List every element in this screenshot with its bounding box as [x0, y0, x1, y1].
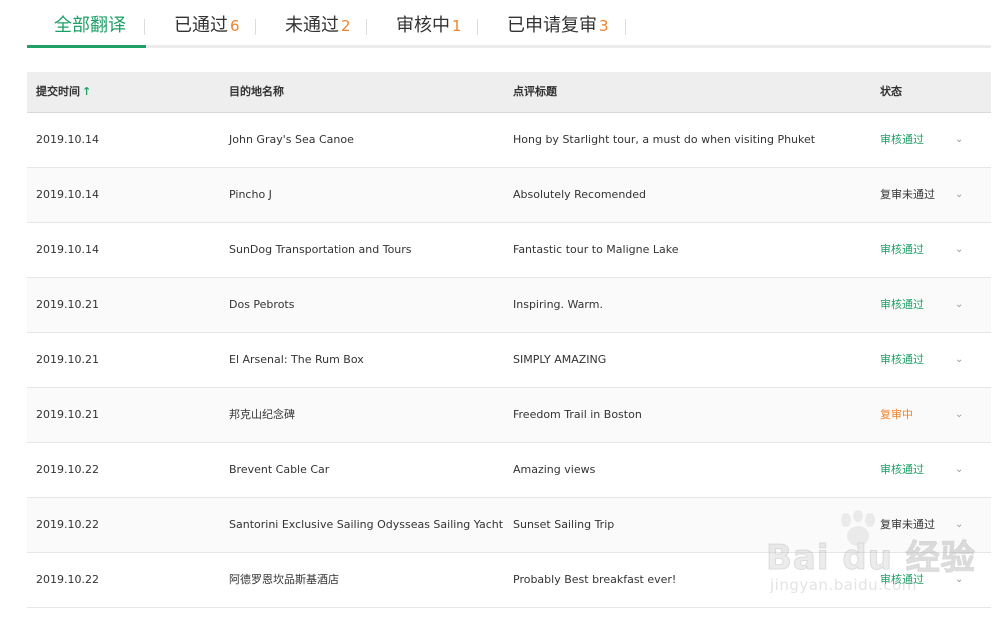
- header-status: 状态: [880, 85, 902, 98]
- table-row[interactable]: 2019.10.21 Dos Pebrots Inspiring. Warm. 审核通…: [27, 278, 991, 333]
- tab-in-review[interactable]: 审核中 1: [396, 12, 462, 48]
- cell-destination: Santorini Exclusive Sailing Odysseas Sai…: [229, 518, 504, 531]
- tab-count: 2: [341, 17, 351, 35]
- cell-destination: Brevent Cable Car: [229, 463, 330, 476]
- status-badge: 审核通过: [880, 463, 924, 476]
- status-badge: 复审未通过: [880, 188, 935, 201]
- tab-count: 6: [230, 17, 240, 35]
- cell-submit-time: 2019.10.21: [36, 353, 99, 366]
- chevron-down-icon[interactable]: ⌄: [955, 223, 963, 277]
- table-row[interactable]: 2019.10.14 John Gray's Sea Canoe Hong by S…: [27, 113, 991, 168]
- chevron-down-icon[interactable]: ⌄: [955, 168, 963, 222]
- tab-all-translations[interactable]: 全部翻译: [54, 12, 126, 48]
- cell-review-title: Freedom Trail in Boston: [513, 408, 642, 421]
- cell-submit-time: 2019.10.22: [36, 518, 99, 531]
- cell-submit-time: 2019.10.14: [36, 243, 99, 256]
- table-row[interactable]: 2019.10.21 邦克山纪念碑 Freedom Trail in Boston 复…: [27, 388, 991, 443]
- tab-count: 3: [599, 17, 609, 35]
- cell-review-title: Fantastic tour to Maligne Lake: [513, 243, 679, 256]
- arrow-up-icon: ↑: [82, 85, 92, 98]
- status-badge: 复审未通过: [880, 518, 935, 531]
- tab-divider: [144, 19, 145, 35]
- status-badge: 审核通过: [880, 133, 924, 146]
- page: 全部翻译 已通过 6 未通过 2 审核中 1 已申请复审 3 提交时间 ↑ 目的地名称 点…: [0, 0, 1000, 620]
- header-submit-time[interactable]: 提交时间 ↑: [36, 72, 91, 112]
- cell-review-title: SIMPLY AMAZING: [513, 353, 607, 366]
- table-body: 2019.10.14 John Gray's Sea Canoe Hong by S…: [27, 113, 991, 608]
- tab-re-review-requested[interactable]: 已申请复审 3: [507, 12, 609, 48]
- cell-submit-time: 2019.10.14: [36, 133, 99, 146]
- tab-label: 审核中: [396, 15, 450, 36]
- table-row[interactable]: 2019.10.22 阿德罗恩坎品斯基酒店 Probably Best breakf…: [27, 553, 991, 608]
- cell-destination: 阿德罗恩坎品斯基酒店: [229, 573, 339, 586]
- chevron-down-icon[interactable]: ⌄: [955, 443, 963, 497]
- status-badge: 审核通过: [880, 243, 924, 256]
- tab-label: 已通过: [174, 15, 228, 36]
- header-destination: 目的地名称: [229, 85, 284, 98]
- cell-review-title: Inspiring. Warm.: [513, 298, 603, 311]
- table-row[interactable]: 2019.10.22 Brevent Cable Car Amazing views…: [27, 443, 991, 498]
- chevron-down-icon[interactable]: ⌄: [955, 388, 963, 442]
- tab-label: 已申请复审: [507, 15, 597, 36]
- chevron-down-icon[interactable]: ⌄: [955, 333, 963, 387]
- status-badge: 复审中: [880, 408, 913, 421]
- chevron-down-icon[interactable]: ⌄: [955, 278, 963, 332]
- chevron-down-icon[interactable]: ⌄: [955, 498, 963, 552]
- chevron-down-icon[interactable]: ⌄: [955, 553, 963, 607]
- table-row[interactable]: 2019.10.14 Pincho J Absolutely Recomended 复…: [27, 168, 991, 223]
- cell-review-title: Absolutely Recomended: [513, 188, 647, 201]
- cell-review-title: Amazing views: [513, 463, 596, 476]
- cell-destination: Dos Pebrots: [229, 298, 295, 311]
- cell-review-title: Hong by Starlight tour, a must do when v…: [513, 133, 816, 146]
- tab-divider: [625, 19, 626, 35]
- status-badge: 审核通过: [880, 298, 924, 311]
- cell-submit-time: 2019.10.14: [36, 188, 99, 201]
- tab-approved[interactable]: 已通过 6: [174, 12, 240, 48]
- cell-review-title: Sunset Sailing Trip: [513, 518, 615, 531]
- cell-review-title: Probably Best breakfast ever!: [513, 573, 677, 586]
- table-header: 提交时间 ↑ 目的地名称 点评标题 状态: [27, 72, 991, 113]
- tab-bar: 全部翻译 已通过 6 未通过 2 审核中 1 已申请复审 3: [27, 0, 991, 48]
- cell-submit-time: 2019.10.21: [36, 298, 99, 311]
- cell-destination: El Arsenal: The Rum Box: [229, 353, 364, 366]
- header-label: 提交时间: [36, 85, 80, 98]
- tab-label: 未通过: [285, 15, 339, 36]
- status-badge: 审核通过: [880, 353, 924, 366]
- cell-destination: SunDog Transportation and Tours: [229, 243, 412, 256]
- table-row[interactable]: 2019.10.22 Santorini Exclusive Sailing Od…: [27, 498, 991, 553]
- cell-destination: John Gray's Sea Canoe: [229, 133, 354, 146]
- tab-divider: [255, 19, 256, 35]
- cell-destination: Pincho J: [229, 188, 272, 201]
- translations-table: 提交时间 ↑ 目的地名称 点评标题 状态 2019.10.14 John Gray'…: [27, 72, 991, 608]
- cell-submit-time: 2019.10.21: [36, 408, 99, 421]
- tab-label: 全部翻译: [54, 15, 126, 36]
- chevron-down-icon[interactable]: ⌄: [955, 113, 963, 167]
- cell-submit-time: 2019.10.22: [36, 573, 99, 586]
- active-tab-indicator: [27, 45, 146, 48]
- cell-destination: 邦克山纪念碑: [229, 408, 295, 421]
- tab-divider: [477, 19, 478, 35]
- table-row[interactable]: 2019.10.14 SunDog Transportation and Tour…: [27, 223, 991, 278]
- tab-count: 1: [452, 17, 462, 35]
- header-review-title: 点评标题: [513, 85, 557, 98]
- table-row[interactable]: 2019.10.21 El Arsenal: The Rum Box SIMPLY …: [27, 333, 991, 388]
- cell-submit-time: 2019.10.22: [36, 463, 99, 476]
- status-badge: 审核通过: [880, 573, 924, 586]
- tab-rejected[interactable]: 未通过 2: [285, 12, 351, 48]
- tab-divider: [366, 19, 367, 35]
